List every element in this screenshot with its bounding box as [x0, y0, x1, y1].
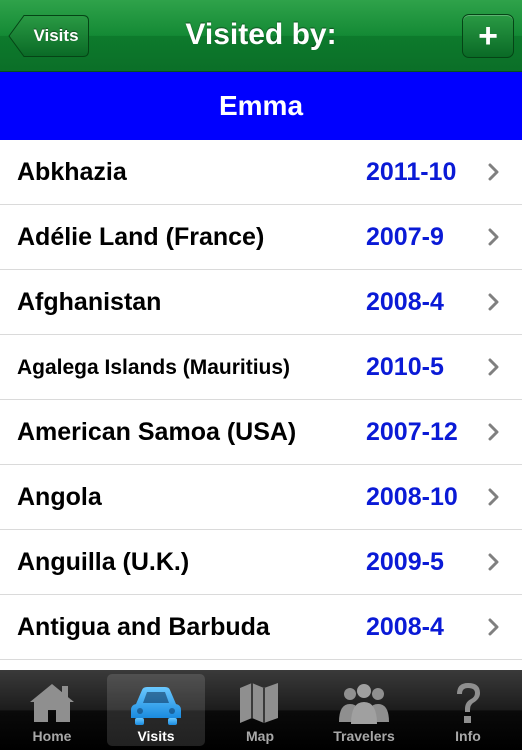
visit-date: 2008-10	[366, 483, 458, 511]
back-button-label: Visits	[33, 26, 79, 45]
tab-bar: Home Visits Map Travelers Info	[0, 670, 522, 750]
back-button-visits[interactable]: Visits	[8, 14, 90, 58]
country-name: Agalega Islands (Mauritius)	[17, 356, 291, 379]
plus-icon: +	[478, 17, 498, 55]
visit-date: 2007-9	[366, 223, 444, 251]
visit-date: 2008-4	[366, 288, 444, 316]
navigation-bar: Visited by: Visits +	[0, 0, 522, 72]
visit-date: 2010-5	[366, 353, 444, 381]
tab-info[interactable]: Info	[416, 670, 520, 750]
chevron-right-icon	[488, 358, 499, 376]
car-icon	[131, 687, 181, 725]
visits-list: Abkhazia 2011-10 Adélie Land (France) 20…	[0, 140, 522, 670]
visit-date: 2009-5	[366, 548, 444, 576]
visit-row[interactable]: Antigua and Barbuda 2008-4	[0, 595, 522, 660]
chevron-right-icon	[488, 618, 499, 636]
visit-date: 2007-12	[366, 418, 458, 446]
tab-label: Map	[246, 728, 274, 744]
country-name: Afghanistan	[17, 288, 162, 316]
visit-row[interactable]: Agalega Islands (Mauritius) 2010-5	[0, 335, 522, 400]
question-icon	[457, 683, 480, 723]
tab-label: Visits	[137, 728, 175, 744]
country-name: Anguilla (U.K.)	[17, 548, 190, 576]
visit-row[interactable]: Afghanistan 2008-4	[0, 270, 522, 335]
visit-row[interactable]: Abkhazia 2011-10	[0, 140, 522, 205]
traveler-name-header: Emma	[0, 72, 522, 140]
tab-travelers[interactable]: Travelers	[312, 670, 416, 750]
map-icon	[240, 683, 278, 723]
tab-label: Travelers	[333, 728, 395, 744]
country-name: Adélie Land (France)	[17, 223, 265, 251]
chevron-right-icon	[488, 163, 499, 181]
chevron-right-icon	[488, 488, 499, 506]
country-name: Angola	[17, 483, 102, 511]
visit-row[interactable]: Angola 2008-10	[0, 465, 522, 530]
tab-home[interactable]: Home	[0, 670, 104, 750]
country-name: Abkhazia	[17, 158, 127, 186]
country-name: American Samoa (USA)	[17, 418, 297, 446]
tab-map[interactable]: Map	[208, 670, 312, 750]
tab-label: Info	[455, 728, 481, 744]
country-name: Antigua and Barbuda	[17, 613, 270, 641]
chevron-right-icon	[488, 423, 499, 441]
visit-row-partial[interactable]	[0, 660, 522, 670]
chevron-right-icon	[488, 228, 499, 246]
tab-visits[interactable]: Visits	[104, 670, 208, 750]
visit-date: 2011-10	[366, 158, 457, 186]
travelers-icon	[339, 684, 389, 724]
tab-label: Home	[32, 728, 72, 744]
add-visit-button[interactable]: +	[462, 14, 514, 58]
visit-date: 2008-4	[366, 613, 444, 641]
home-icon	[30, 684, 74, 722]
visit-row[interactable]: Adélie Land (France) 2007-9	[0, 205, 522, 270]
visit-row[interactable]: Anguilla (U.K.) 2009-5	[0, 530, 522, 595]
chevron-right-icon	[488, 293, 499, 311]
chevron-right-icon	[488, 553, 499, 571]
visit-row[interactable]: American Samoa (USA) 2007-12	[0, 400, 522, 465]
